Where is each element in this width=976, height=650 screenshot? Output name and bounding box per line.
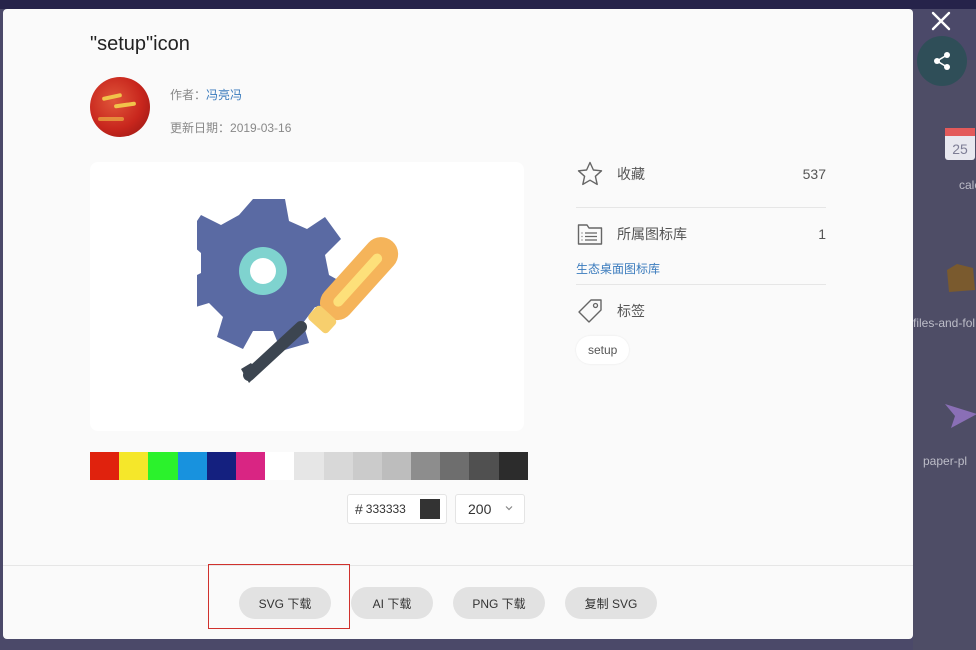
bg-thumb-files[interactable]: files-and-fol bbox=[913, 260, 976, 330]
color-swatch[interactable] bbox=[206, 452, 236, 480]
library-icon bbox=[577, 224, 603, 245]
color-swatch[interactable] bbox=[148, 452, 178, 480]
share-icon bbox=[934, 52, 950, 70]
icon-preview bbox=[90, 162, 524, 431]
hash-symbol: # bbox=[355, 501, 363, 517]
favorite-label: 收藏 bbox=[617, 166, 645, 182]
color-chip[interactable] bbox=[419, 499, 440, 519]
focus-highlight bbox=[208, 564, 350, 629]
bg-thumb-label: calendar bbox=[959, 178, 976, 192]
color-swatch[interactable] bbox=[440, 452, 470, 480]
png-download-button[interactable]: PNG 下载 bbox=[453, 587, 545, 619]
updated-line: 更新日期：2019-03-16 bbox=[170, 119, 291, 136]
bg-thumb-label: files-and-fol bbox=[913, 316, 976, 330]
paper-plane-icon bbox=[945, 404, 976, 428]
avatar-art bbox=[101, 92, 123, 102]
chevron-down-icon bbox=[505, 506, 513, 511]
close-icon bbox=[931, 11, 951, 31]
divider bbox=[576, 207, 826, 208]
bg-thumb-paper-plane[interactable]: paper-pl bbox=[923, 398, 976, 468]
avatar-art bbox=[113, 101, 137, 109]
backdrop-icon-list: 25 calendar files-and-fol paper-pl bbox=[913, 60, 976, 650]
color-swatches bbox=[90, 452, 528, 480]
tag-chip[interactable]: setup bbox=[576, 336, 630, 364]
favorite-row[interactable]: 收藏 537 bbox=[576, 159, 826, 189]
star-icon bbox=[577, 161, 603, 186]
page-title: "setup"icon bbox=[90, 33, 190, 55]
tag-icon bbox=[578, 299, 602, 323]
library-label: 所属图标库 bbox=[617, 226, 687, 242]
copy-svg-button[interactable]: 复制 SVG bbox=[565, 587, 657, 619]
updated-label: 更新日期： bbox=[170, 121, 231, 135]
hex-color-input[interactable]: # 333333 bbox=[347, 494, 447, 524]
color-swatch[interactable] bbox=[498, 452, 528, 480]
color-swatch[interactable] bbox=[411, 452, 441, 480]
color-swatch[interactable] bbox=[119, 452, 149, 480]
footer-divider bbox=[3, 565, 913, 566]
calendar-icon: 25 bbox=[945, 128, 975, 160]
color-swatch[interactable] bbox=[177, 452, 207, 480]
library-count: 1 bbox=[818, 226, 826, 242]
author-label: 作者： bbox=[170, 88, 207, 102]
setup-icon bbox=[197, 198, 399, 383]
divider bbox=[576, 284, 826, 285]
author-line: 作者：冯亮冯 bbox=[170, 86, 242, 103]
color-swatch[interactable] bbox=[265, 452, 295, 480]
tags-label: 标签 bbox=[617, 303, 645, 319]
updated-date: 2019-03-16 bbox=[230, 121, 292, 135]
backdrop-topbar bbox=[0, 0, 976, 9]
color-swatch[interactable] bbox=[352, 452, 382, 480]
icon-detail-modal: "setup"icon 作者：冯亮冯 更新日期：2019-03-16 # 333… bbox=[3, 9, 913, 639]
hex-value: 333333 bbox=[365, 502, 406, 516]
bg-thumb-calendar[interactable]: 25 calendar bbox=[941, 122, 976, 192]
favorite-count: 537 bbox=[802, 166, 826, 182]
share-button[interactable] bbox=[917, 36, 967, 86]
ai-download-button[interactable]: AI 下载 bbox=[351, 587, 433, 619]
bg-thumb-label: paper-pl bbox=[923, 454, 968, 468]
color-swatch[interactable] bbox=[469, 452, 499, 480]
close-button[interactable] bbox=[928, 8, 954, 34]
folder-icon bbox=[947, 264, 975, 292]
author-link[interactable]: 冯亮冯 bbox=[206, 88, 242, 102]
svg-text:25: 25 bbox=[952, 141, 968, 157]
avatar[interactable] bbox=[90, 77, 150, 137]
color-swatch[interactable] bbox=[235, 452, 266, 480]
color-swatch[interactable] bbox=[381, 452, 412, 480]
library-link[interactable]: 生态桌面图标库 bbox=[576, 260, 660, 277]
color-swatch[interactable] bbox=[323, 452, 353, 480]
color-swatch[interactable] bbox=[294, 452, 324, 480]
avatar-art bbox=[98, 117, 124, 121]
size-select[interactable]: 200 bbox=[455, 494, 525, 524]
tags-row: 标签 bbox=[576, 296, 826, 326]
library-row: 所属图标库 1 bbox=[576, 219, 826, 249]
color-swatch[interactable] bbox=[90, 452, 120, 480]
size-value: 200 bbox=[468, 501, 492, 517]
